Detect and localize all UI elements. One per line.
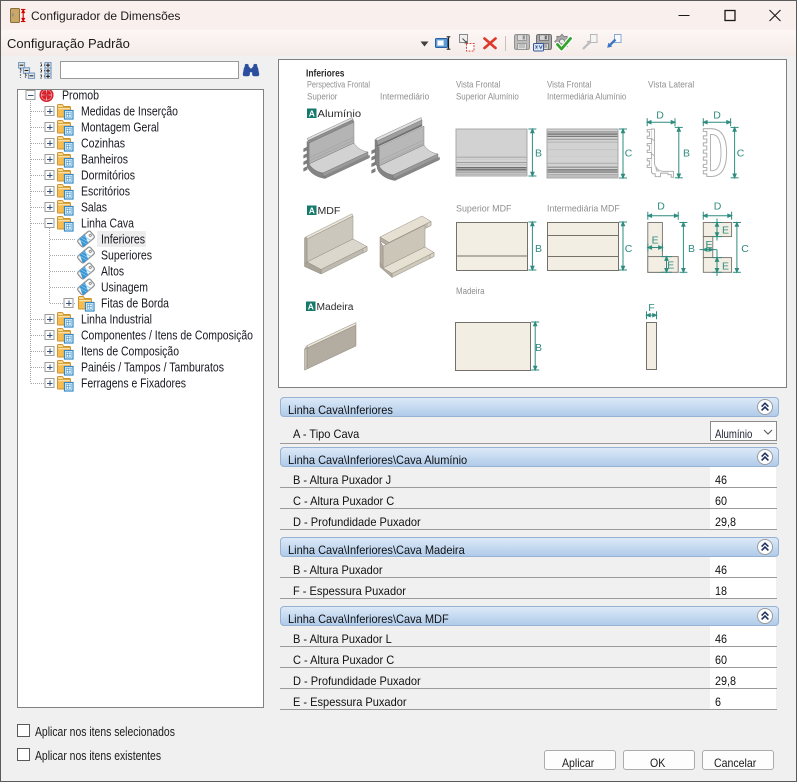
svg-text:Intermediária MDF: Intermediária MDF bbox=[547, 204, 620, 214]
svg-text:B: B bbox=[688, 243, 695, 255]
svg-text:B: B bbox=[535, 148, 542, 160]
svg-text:MDF: MDF bbox=[318, 206, 341, 217]
svg-text:F: F bbox=[648, 302, 654, 314]
svg-text:Promob: Promob bbox=[62, 90, 99, 103]
svg-text:Superior Alumínio: Superior Alumínio bbox=[456, 92, 519, 102]
svg-text:Painéis / Tampos / Tamburatos: Painéis / Tampos / Tamburatos bbox=[81, 360, 224, 375]
svg-text:Alumínio: Alumínio bbox=[318, 109, 362, 120]
svg-text:A: A bbox=[308, 302, 314, 312]
svg-text:Componentes / Itens de Composi: Componentes / Itens de Composição bbox=[81, 328, 253, 343]
svg-text:D: D bbox=[657, 201, 665, 213]
svg-text:Montagem Geral: Montagem Geral bbox=[81, 120, 159, 135]
svg-text:D: D bbox=[656, 110, 664, 122]
svg-text:Madeira: Madeira bbox=[317, 302, 354, 313]
svg-text:E: E bbox=[722, 261, 729, 273]
svg-text:Medidas de Inserção: Medidas de Inserção bbox=[81, 104, 178, 119]
svg-text:C: C bbox=[737, 148, 745, 160]
svg-text:Vista Frontal: Vista Frontal bbox=[456, 80, 500, 90]
svg-text:B: B bbox=[683, 148, 690, 160]
svg-text:Vista Lateral: Vista Lateral bbox=[648, 80, 694, 90]
svg-text:E: E bbox=[652, 235, 659, 247]
svg-text:Madeira: Madeira bbox=[456, 286, 485, 296]
svg-text:Itens de Composição: Itens de Composição bbox=[81, 344, 179, 359]
svg-text:Intermediário: Intermediário bbox=[380, 92, 429, 102]
svg-text:Superior: Superior bbox=[307, 92, 338, 102]
svg-text:Altos: Altos bbox=[101, 264, 124, 279]
svg-text:Superiores: Superiores bbox=[101, 248, 152, 263]
svg-text:C: C bbox=[741, 243, 749, 255]
svg-text:Fitas de Borda: Fitas de Borda bbox=[101, 296, 170, 311]
svg-text:C: C bbox=[625, 148, 633, 160]
svg-text:Ferragens e Fixadores: Ferragens e Fixadores bbox=[81, 376, 186, 391]
svg-text:E: E bbox=[722, 224, 729, 236]
svg-text:Cozinhas: Cozinhas bbox=[81, 136, 125, 151]
svg-text:D: D bbox=[714, 201, 722, 213]
svg-text:A: A bbox=[309, 109, 315, 119]
svg-text:E: E bbox=[667, 260, 674, 272]
svg-text:Salas: Salas bbox=[81, 200, 107, 215]
svg-text:Intermediária Alumínio: Intermediária Alumínio bbox=[547, 92, 626, 102]
svg-text:Inferiores: Inferiores bbox=[101, 232, 145, 247]
svg-text:B: B bbox=[535, 243, 542, 255]
svg-text:Banheiros: Banheiros bbox=[81, 152, 128, 167]
svg-text:Escritórios: Escritórios bbox=[81, 184, 130, 199]
svg-text:Usinagem: Usinagem bbox=[101, 280, 148, 295]
svg-text:Linha Cava: Linha Cava bbox=[81, 216, 135, 231]
svg-text:Linha Industrial: Linha Industrial bbox=[81, 312, 152, 327]
svg-text:Perspectiva Frontal: Perspectiva Frontal bbox=[307, 80, 370, 90]
svg-text:Vista Frontal: Vista Frontal bbox=[547, 80, 591, 90]
svg-text:B: B bbox=[535, 342, 542, 354]
svg-text:Dormitórios: Dormitórios bbox=[81, 168, 135, 183]
svg-text:D: D bbox=[713, 110, 721, 122]
svg-text:Inferiores: Inferiores bbox=[306, 68, 345, 80]
svg-text:A: A bbox=[309, 206, 315, 216]
svg-text:C: C bbox=[625, 243, 633, 255]
svg-text:Superior MDF: Superior MDF bbox=[456, 204, 512, 214]
